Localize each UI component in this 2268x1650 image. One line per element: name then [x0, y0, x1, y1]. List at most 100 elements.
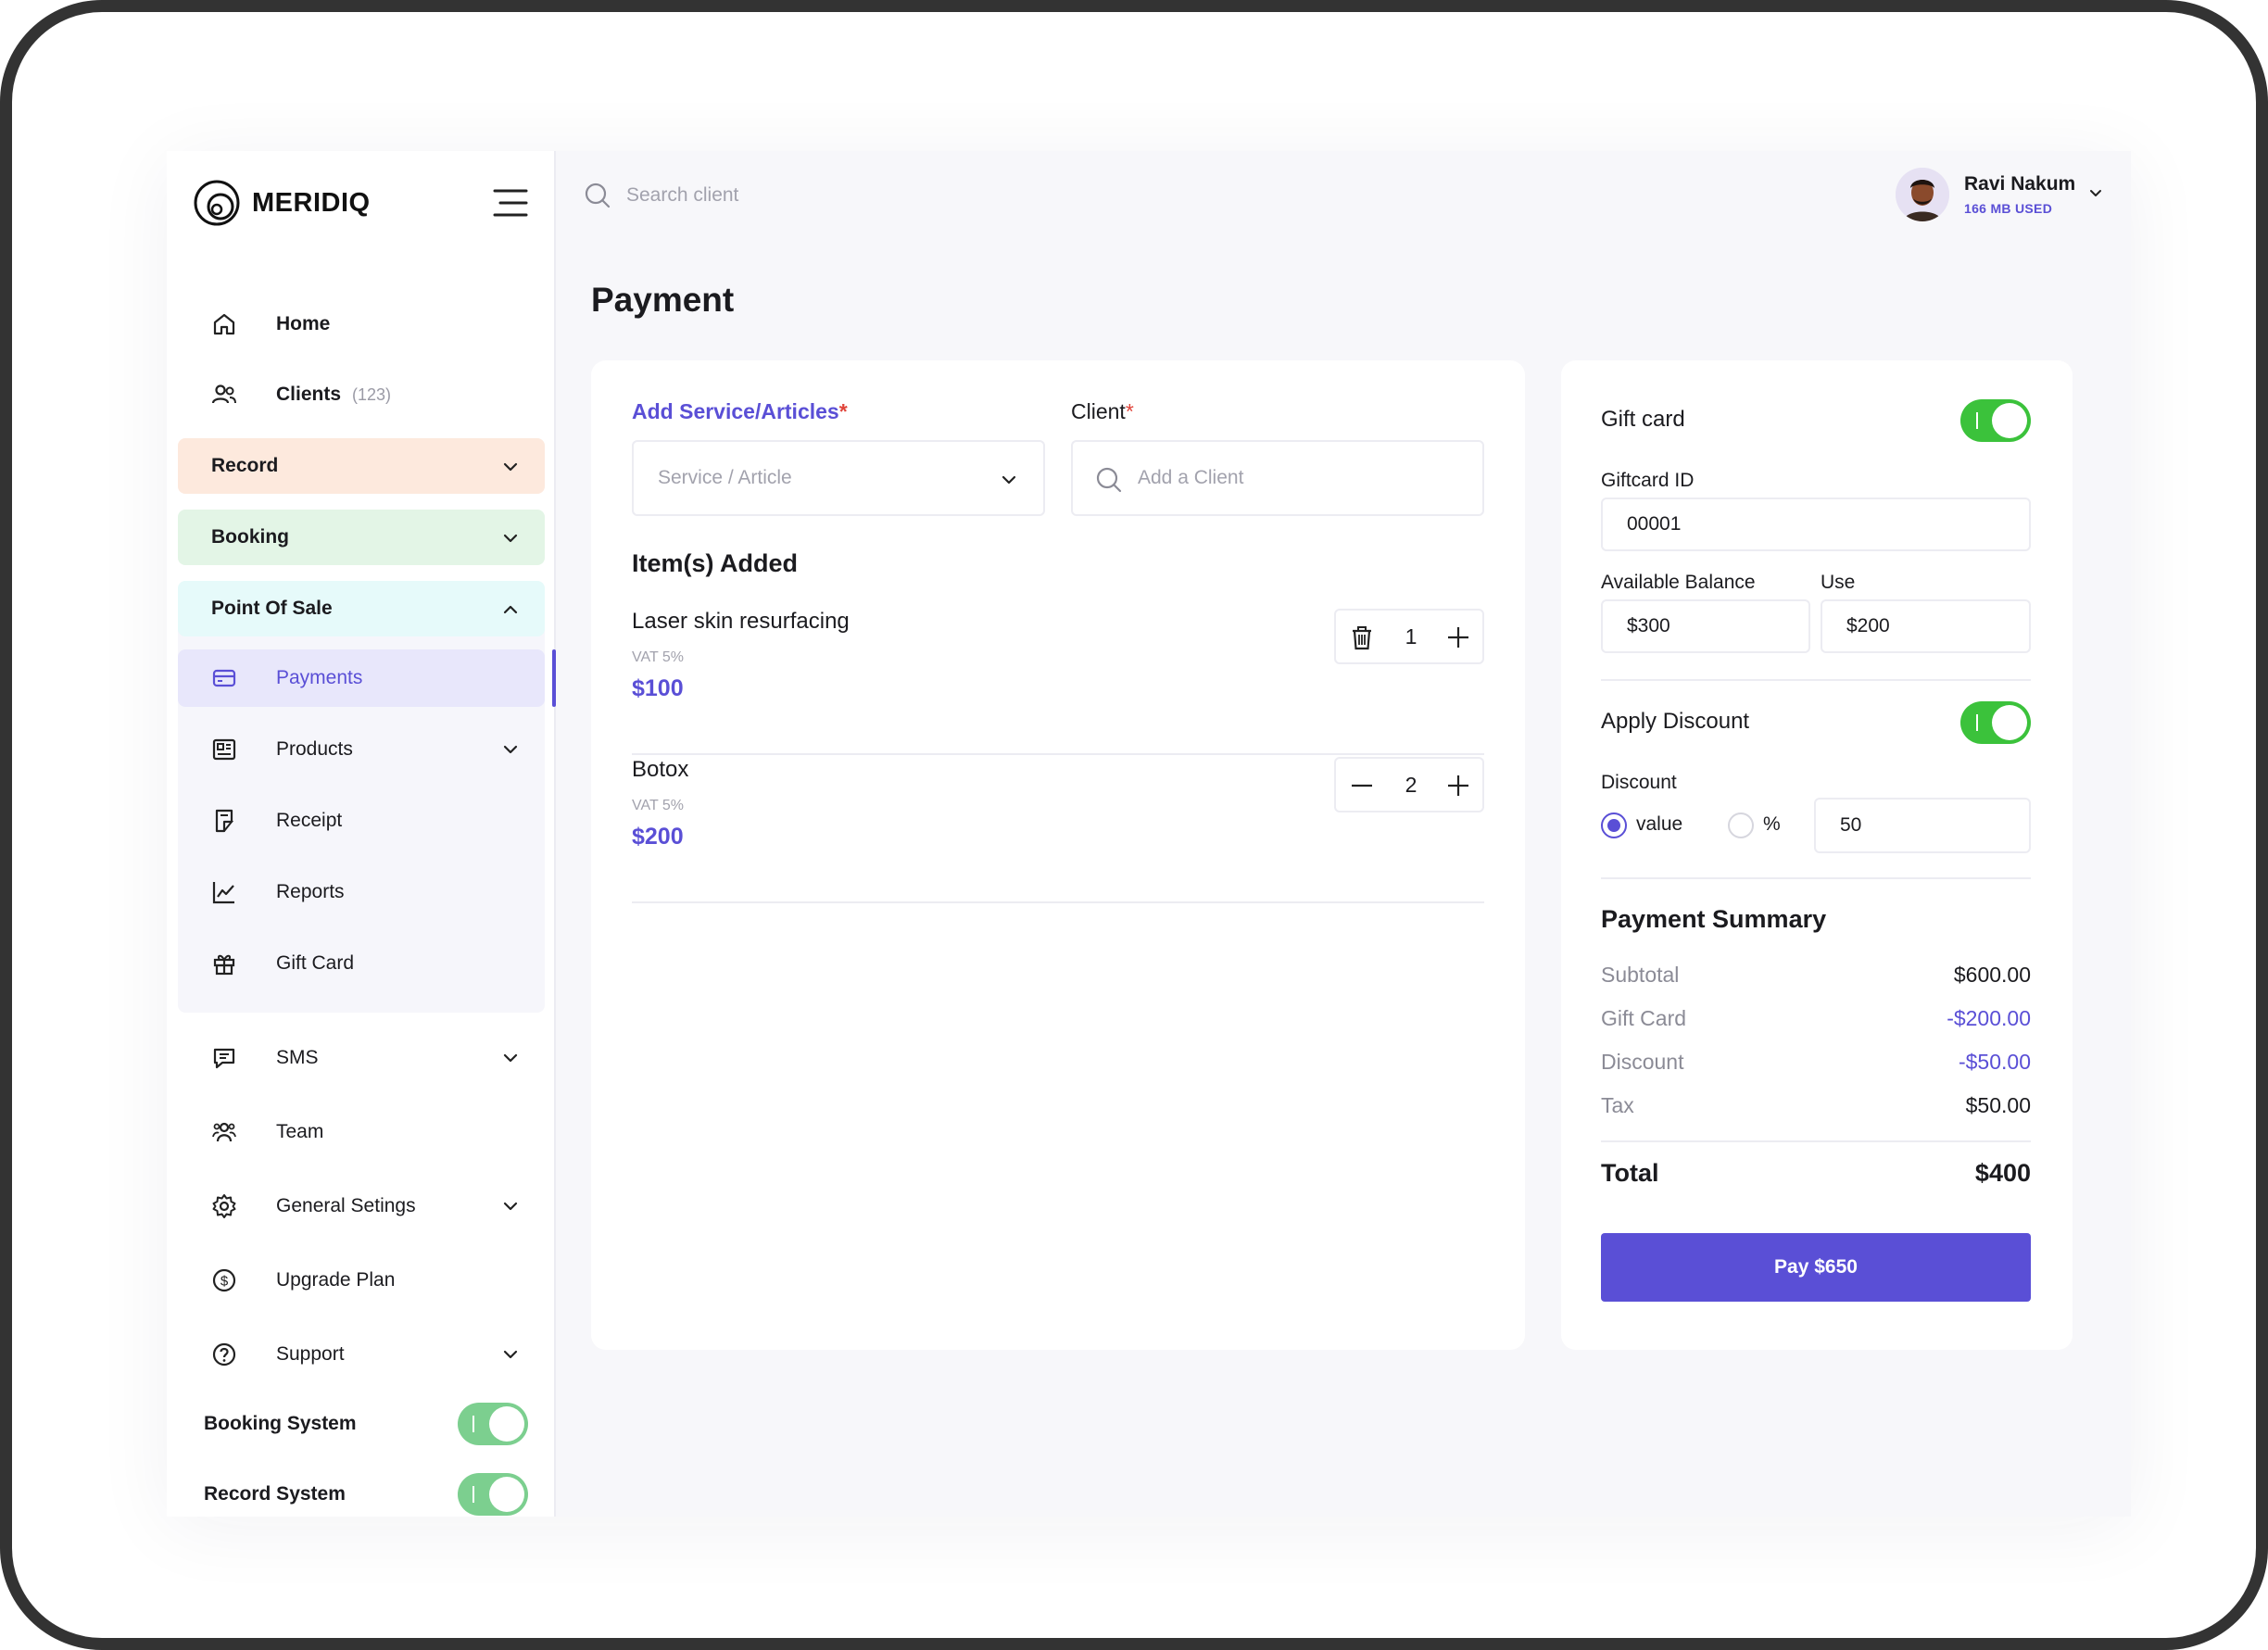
sidebar-item-gift-card[interactable]: Gift Card — [178, 935, 545, 992]
giftcard-id-field[interactable]: 00001 — [1601, 498, 2031, 551]
sidebar-item-label: Clients (123) — [276, 384, 391, 406]
home-icon — [213, 313, 235, 335]
pay-button[interactable]: Pay $650 — [1601, 1233, 2031, 1302]
chevron-down-icon — [503, 534, 518, 543]
apply-discount-heading: Apply Discount — [1601, 709, 1750, 734]
client-search-input[interactable]: Add a Client — [1071, 440, 1484, 516]
sidebar-item-team[interactable]: Team — [178, 1103, 545, 1161]
total-label: Total — [1601, 1159, 1659, 1187]
sidebar-item-reports[interactable]: Reports — [178, 863, 545, 921]
sidebar-item-products[interactable]: Products — [178, 721, 545, 778]
summary-value: -$200.00 — [1947, 1006, 2031, 1030]
use-amount-field[interactable]: $200 — [1821, 599, 2031, 653]
clients-label: Clients — [276, 384, 342, 405]
item-vat: VAT 5% — [632, 649, 685, 665]
toggle-knob — [1992, 705, 2027, 740]
sidebar-item-label: Home — [276, 313, 331, 334]
sidebar-group-point-of-sale[interactable]: Point Of Sale — [178, 581, 545, 636]
client-placeholder: Add a Client — [1138, 467, 1244, 488]
service-select-placeholder: Service / Article — [658, 467, 792, 488]
plus-icon[interactable] — [1445, 624, 1471, 650]
search-bar[interactable]: Search client — [584, 177, 738, 214]
clients-count: (123) — [352, 385, 392, 404]
search-icon — [585, 183, 611, 208]
sidebar-item-home[interactable]: Home — [178, 296, 545, 353]
booking-system-toggle[interactable] — [458, 1403, 528, 1445]
discount-type-percent-radio[interactable] — [1728, 812, 1754, 838]
sidebar-item-label: Payments — [276, 667, 363, 688]
payment-summary-heading: Payment Summary — [1601, 905, 1827, 933]
chevron-down-icon — [503, 1053, 518, 1063]
sidebar-item-sms[interactable]: SMS — [178, 1029, 545, 1087]
sidebar-group-booking[interactable]: Booking — [178, 510, 545, 565]
summary-label: Gift Card — [1601, 1006, 1687, 1030]
use-label: Use — [1821, 572, 1856, 593]
user-menu[interactable]: Ravi Nakum 166 MB USED — [1896, 166, 2109, 225]
sidebar-item-clients[interactable]: Clients (123) — [178, 366, 545, 423]
booking-system-label: Booking System — [204, 1413, 357, 1434]
line-chart-icon — [212, 882, 234, 904]
sidebar-item-support[interactable]: Support — [178, 1326, 545, 1383]
summary-label: Tax — [1601, 1093, 1634, 1117]
products-icon — [212, 738, 236, 761]
items-added-heading: Item(s) Added — [632, 549, 799, 577]
user-name: Ravi Nakum — [1964, 173, 2076, 195]
service-select[interactable]: Service / Article — [632, 440, 1045, 516]
summary-label: Discount — [1601, 1050, 1684, 1074]
gift-icon — [213, 954, 235, 976]
chevron-up-icon — [503, 605, 518, 614]
gift-card-toggle[interactable] — [1960, 399, 2031, 442]
discount-type-value-radio[interactable] — [1601, 812, 1627, 838]
toggle-knob — [489, 1477, 524, 1512]
available-balance-value: $300 — [1627, 615, 1670, 636]
use-amount-value: $200 — [1846, 615, 1890, 636]
sidebar-item-label: Products — [276, 738, 353, 760]
toggle-on-mark — [472, 1416, 474, 1432]
sidebar-item-label: Gift Card — [276, 952, 355, 974]
service-label: Add Service/Articles* — [632, 399, 848, 424]
search-input[interactable]: Search client — [626, 184, 738, 207]
summary-value: $600.00 — [1953, 963, 2031, 987]
record-system-toggle[interactable] — [458, 1473, 528, 1516]
sidebar-item-receipt[interactable]: Receipt — [178, 792, 545, 850]
available-balance-field[interactable]: $300 — [1601, 599, 1810, 653]
chevron-down-icon — [503, 1350, 518, 1359]
toggle-knob — [489, 1406, 524, 1442]
search-icon — [1096, 467, 1122, 493]
brand-logo[interactable]: MERIDIQ — [193, 179, 371, 227]
total-value: $400 — [1974, 1159, 2031, 1187]
sidebar-item-general-settings[interactable]: General Setings — [178, 1178, 545, 1235]
chevron-down-icon — [503, 745, 518, 754]
item-name: Botox — [632, 757, 689, 782]
sidebar: MERIDIQ Home Clients (123) Record Booking… — [167, 151, 556, 1517]
sidebar-item-payments[interactable]: Payments — [178, 649, 545, 707]
required-mark: * — [1125, 399, 1134, 423]
toggle-on-mark — [1976, 714, 1978, 731]
summary-row-subtotal: Subtotal $600.00 — [1601, 963, 2031, 994]
chevron-down-icon — [503, 1202, 518, 1211]
divider — [1601, 1140, 2031, 1142]
menu-toggle-icon[interactable] — [493, 188, 528, 218]
sidebar-group-label: Booking — [211, 526, 289, 548]
apply-discount-toggle[interactable] — [1960, 701, 2031, 744]
sidebar-item-label: Team — [276, 1121, 324, 1142]
divider — [1601, 877, 2031, 879]
sidebar-group-record[interactable]: Record — [178, 438, 545, 494]
list-item: Botox VAT 5% $200 2 — [632, 757, 1484, 903]
gear-icon — [212, 1194, 236, 1218]
gift-card-heading: Gift card — [1601, 407, 1685, 432]
available-balance-label: Available Balance — [1601, 572, 1756, 593]
booking-system-row: Booking System — [204, 1402, 528, 1446]
sidebar-item-upgrade-plan[interactable]: $ Upgrade Plan — [178, 1252, 545, 1309]
list-item: Laser skin resurfacing VAT 5% $100 1 — [632, 609, 1484, 755]
summary-value: -$50.00 — [1958, 1050, 2031, 1074]
giftcard-id-label: Giftcard ID — [1601, 470, 1695, 491]
sidebar-group-label: Record — [211, 455, 279, 476]
plus-icon[interactable] — [1445, 773, 1471, 799]
record-system-row: Record System — [204, 1472, 528, 1517]
meridiq-logo-icon — [194, 180, 240, 226]
chevron-down-icon — [503, 462, 518, 472]
service-label-text: Add Service/Articles — [632, 399, 839, 423]
credit-card-icon — [212, 669, 236, 687]
discount-amount-field[interactable]: 50 — [1814, 798, 2031, 853]
